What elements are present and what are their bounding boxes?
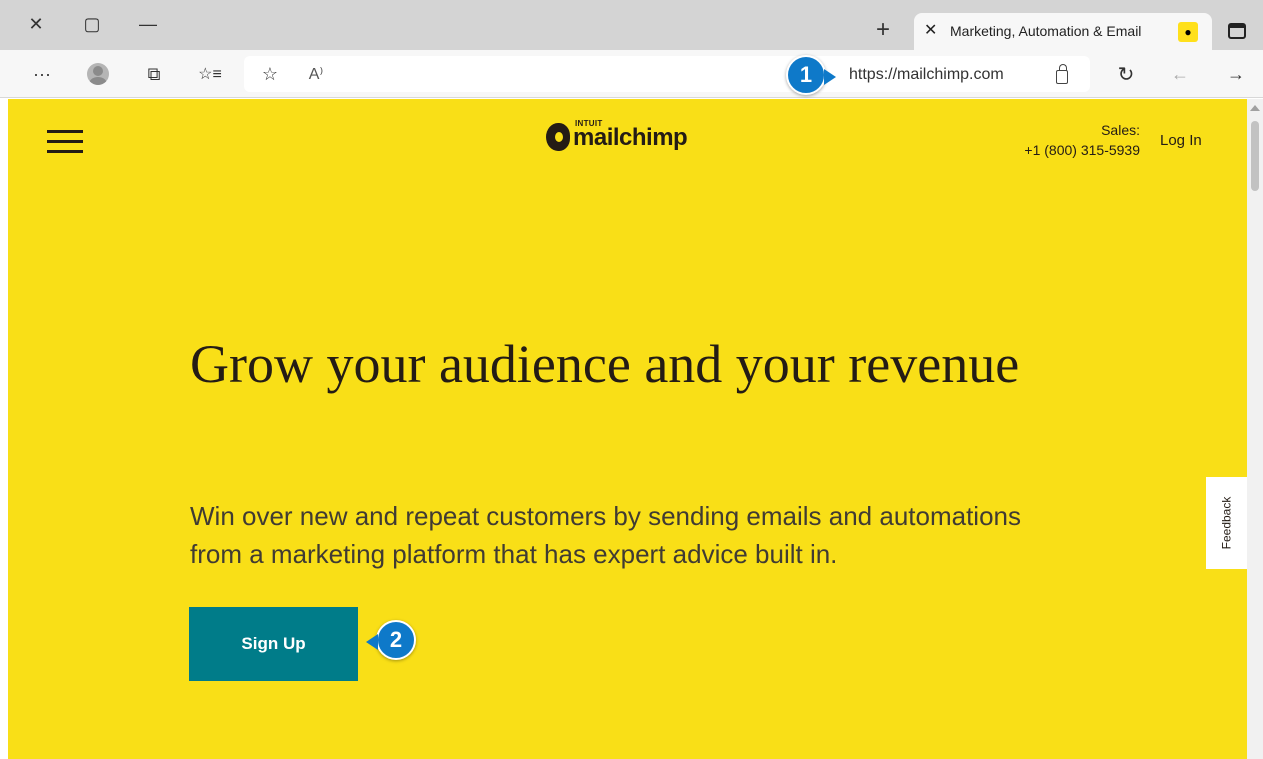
feedback-label: Feedback [1219, 496, 1234, 550]
forward-button[interactable]: → [1224, 62, 1248, 86]
favorites-icon[interactable]: ☆≡ [196, 62, 224, 86]
tab-close-icon[interactable]: ✕ [924, 20, 937, 40]
logo-intuit-text: INTUIT [575, 119, 603, 128]
refresh-button[interactable]: ↻ [1114, 62, 1138, 86]
hero-headline: Grow your audience and your revenue [190, 334, 1020, 394]
sales-contact: Sales: +1 (800) 315-5939 [998, 120, 1140, 160]
scroll-up-arrow-icon[interactable] [1250, 105, 1260, 111]
browser-tab[interactable]: ✕ Marketing, Automation & Email ● [914, 13, 1212, 50]
read-aloud-icon[interactable]: A⁾ [302, 62, 330, 86]
sales-label: Sales: [1101, 122, 1140, 138]
profile-button[interactable] [86, 62, 110, 86]
feedback-tab[interactable]: Feedback [1206, 477, 1247, 569]
tab-actions-icon[interactable] [1228, 23, 1246, 39]
browser-titlebar: ✕ ▢ — + ✕ Marketing, Automation & Email … [0, 0, 1263, 50]
collections-icon[interactable]: ⧉ [142, 62, 166, 86]
new-tab-button[interactable]: + [876, 18, 890, 42]
browser-toolbar: ··· ⧉ ☆≡ ☆ A⁾ https://mailchimp.com ↻ ← … [0, 50, 1263, 98]
callout-marker-2: 2 [366, 620, 416, 660]
scroll-thumb[interactable] [1251, 121, 1259, 191]
sign-up-button[interactable]: Sign Up [189, 607, 358, 681]
tab-title: Marketing, Automation & Email [950, 23, 1142, 39]
window-close-button[interactable]: ✕ [24, 12, 48, 36]
mailchimp-hero-page: INTUIT mailchimp Sales: +1 (800) 315-593… [8, 99, 1247, 759]
mailchimp-logo[interactable]: INTUIT mailchimp [546, 119, 688, 151]
window-minimize-button[interactable]: — [136, 12, 160, 36]
back-button[interactable]: ← [1168, 62, 1192, 86]
callout-marker-1: 1 [786, 55, 836, 95]
login-link[interactable]: Log In [1160, 132, 1202, 149]
lock-icon[interactable] [1056, 64, 1068, 84]
mailchimp-favicon-icon: ● [1178, 22, 1198, 42]
profile-avatar-icon [87, 63, 109, 85]
window-restore-button[interactable]: ▢ [80, 12, 104, 36]
more-options-button[interactable]: ··· [32, 62, 52, 86]
hero-subtext: Win over new and repeat customers by sen… [190, 501, 1021, 569]
url-text[interactable]: https://mailchimp.com [849, 66, 1004, 84]
freddie-logo-icon [546, 123, 570, 151]
page-scrollbar[interactable] [1247, 99, 1263, 759]
address-bar[interactable]: ☆ A⁾ https://mailchimp.com [244, 56, 1090, 92]
sales-phone-link[interactable]: +1 (800) 315-5939 [998, 140, 1140, 160]
menu-hamburger-icon[interactable] [47, 130, 83, 153]
logo-wordmark: mailchimp [573, 124, 688, 151]
add-favorite-icon[interactable]: ☆ [258, 62, 282, 86]
